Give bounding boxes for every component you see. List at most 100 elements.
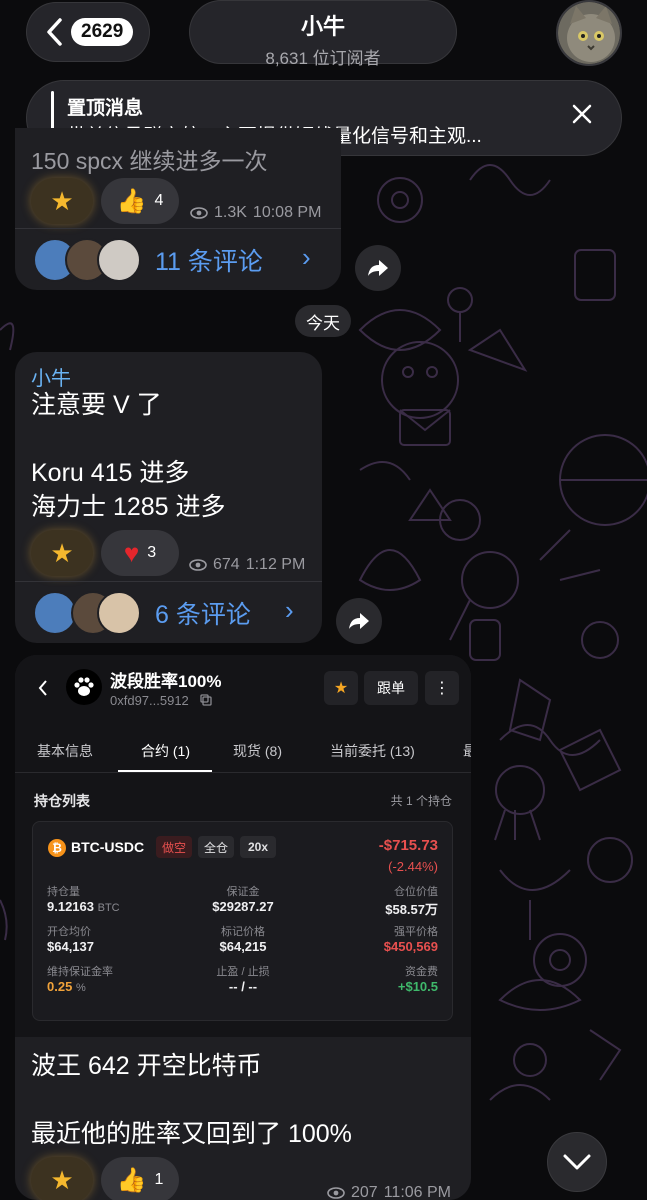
star-reaction[interactable]: ★ [31,1157,93,1200]
field-value: +$10.5 [397,979,438,994]
field-label: 标记价格 [221,926,265,938]
field-value: 9.12163 BTC [47,899,120,914]
close-icon[interactable] [571,103,593,125]
like-reaction[interactable]: 👍 1 [101,1157,179,1200]
scroll-to-bottom-button[interactable] [547,1132,607,1192]
side-badge: 做空 [156,836,192,858]
like-reaction[interactable]: 👍 4 [101,178,179,224]
date-separator: 今天 [295,305,351,337]
field-value: -- / -- [228,979,258,994]
heart-reaction[interactable]: ♥ 3 [101,530,179,576]
comments-button[interactable]: 6 条评论 › [15,581,322,643]
message-time: 11:06 PM [383,1184,451,1200]
more-button[interactable]: ⋮ [425,671,459,705]
like-count: 4 [154,192,164,209]
leverage-badge: 20x [240,836,276,858]
share-arrow-icon [368,260,388,276]
margin-mode-badge: 全仓 [198,836,234,858]
view-count: 1.3K [214,204,247,221]
field-label: 仓位价值 [394,886,438,898]
subscriber-count: 8,631 位订阅者 [265,49,381,68]
unread-count-badge: 2629 [71,18,134,46]
tab-basic-info[interactable]: 基本信息 [37,741,93,761]
copy-icon[interactable] [200,694,213,706]
message-bubble[interactable]: 小牛 注意要 V 了 Koru 415 进多 海力士 1285 进多 ★ ♥ 3… [15,352,322,643]
tab-open-orders[interactable]: 当前委托 (13) [330,741,415,761]
sender-name[interactable]: 小牛 [31,362,71,391]
message-line: 海力士 1285 进多 [31,493,226,521]
star-reaction[interactable]: ★ [31,178,93,224]
field-label: 止盈 / 止损 [216,966,270,978]
trader-header: 波段胜率100% 0xfd97...5912 ★ 跟单 ⋮ [15,655,471,721]
field-label: 强平价格 [394,926,438,938]
field-label: 开仓均价 [47,926,91,938]
message-line: Koru 415 进多 [31,459,190,487]
trade-screenshot[interactable]: 波段胜率100% 0xfd97...5912 ★ 跟单 ⋮ 基本信息 合约 (1… [15,655,471,1037]
star-icon: ★ [50,1164,74,1195]
thumbs-up-icon: 👍 [116,1166,147,1194]
trader-name: 波段胜率100% [110,672,222,691]
message-meta: 207 11:06 PM [327,1184,451,1200]
eye-icon [189,559,207,571]
field-label: 持仓量 [47,886,80,898]
back-button[interactable]: 2629 [26,2,150,62]
star-icon: ★ [50,537,74,568]
field-value: $58.57万 [385,902,438,917]
star-reaction[interactable]: ★ [31,530,93,576]
eye-icon [327,1187,345,1199]
message-bubble[interactable]: 150 spcx 继续进多一次 ★ 👍 4 1.3K 10:08 PM 11 条… [15,128,341,290]
tab-contracts[interactable]: 合约 (1) [141,741,190,761]
message-time: 1:12 PM [245,556,306,573]
comments-label: 6 条评论 [155,601,251,629]
eye-icon [190,207,208,219]
share-button[interactable] [355,245,401,291]
field-value: $29287.27 [212,899,274,914]
commenter-avatar [97,591,141,635]
view-count: 207 [351,1184,378,1200]
favorite-button[interactable]: ★ [324,671,358,705]
message-line: 波王 642 开空比特币 [31,1052,262,1080]
message-text-cut: 150 spcx 继续进多一次 [31,148,268,174]
positions-title: 持仓列表 [34,793,90,809]
message-bubble[interactable]: 波段胜率100% 0xfd97...5912 ★ 跟单 ⋮ 基本信息 合约 (1… [15,655,471,1200]
more-vertical-icon: ⋮ [434,680,450,697]
view-count: 674 [213,556,240,573]
message-line: 最近他的胜率又回到了 100% [31,1120,352,1148]
heart-icon: ♥ [123,537,140,568]
chevron-left-icon [38,680,47,696]
tab-more[interactable]: 最 [463,741,471,761]
thumbs-up-icon: 👍 [116,187,147,215]
paw-icon [66,669,102,705]
chevron-down-icon [563,1154,591,1170]
tab-spot[interactable]: 现货 (8) [233,741,282,761]
commenter-avatar [97,238,141,282]
channel-avatar[interactable] [556,0,622,66]
unrealized-pnl-percent: (-2.44%) [388,859,438,874]
star-icon: ★ [333,680,349,697]
field-label: 保证金 [226,886,260,898]
comments-button[interactable]: 11 条评论 › [15,228,341,290]
star-icon: ★ [50,185,74,216]
heart-count: 3 [147,544,157,561]
field-value: $450,569 [383,939,438,954]
field-label: 维持保证金率 [47,966,113,978]
chevron-right-icon: › [302,242,311,272]
chevron-left-icon [47,18,62,46]
active-tab-indicator [118,770,212,772]
follow-button[interactable]: 跟单 [364,671,418,705]
position-card[interactable]: ₿ BTC-USDC 做空 全仓 20x -$715.73 (-2.44%) 持… [32,821,453,1021]
field-value: $64,215 [219,939,267,954]
field-label: 资金费 [405,966,438,978]
message-meta: 1.3K 10:08 PM [190,204,321,222]
chevron-right-icon: › [285,595,294,625]
share-button[interactable] [336,598,382,644]
message-time: 10:08 PM [252,204,322,221]
message-line: 注意要 V 了 [31,391,162,419]
share-arrow-icon [349,613,369,629]
field-value: 0.25 % [47,979,86,994]
channel-title-button[interactable]: 小牛 8,631 位订阅者 [189,0,457,68]
position-symbol: BTC-USDC [71,839,145,855]
trade-tabs: 基本信息 合约 (1) 现货 (8) 当前委托 (13) 最 [15,729,471,773]
like-count: 1 [154,1171,164,1188]
field-value: $64,137 [47,939,94,954]
